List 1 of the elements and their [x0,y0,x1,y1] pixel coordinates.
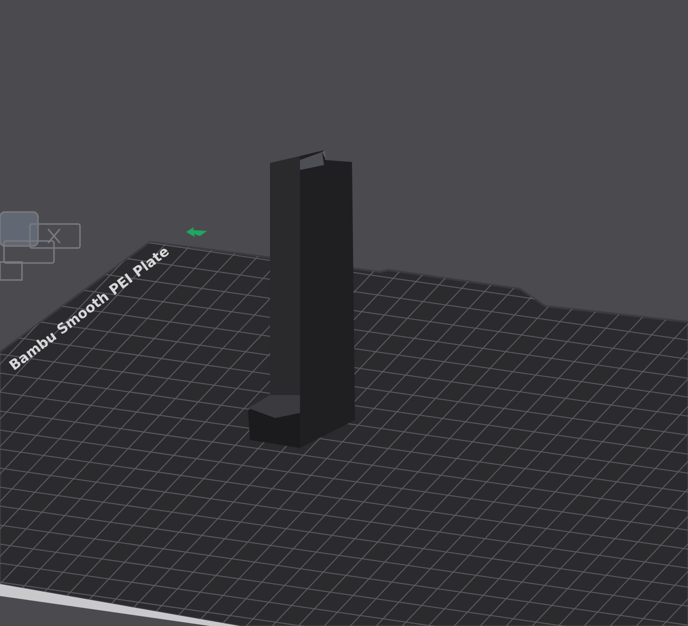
arrow-icon [186,227,207,237]
